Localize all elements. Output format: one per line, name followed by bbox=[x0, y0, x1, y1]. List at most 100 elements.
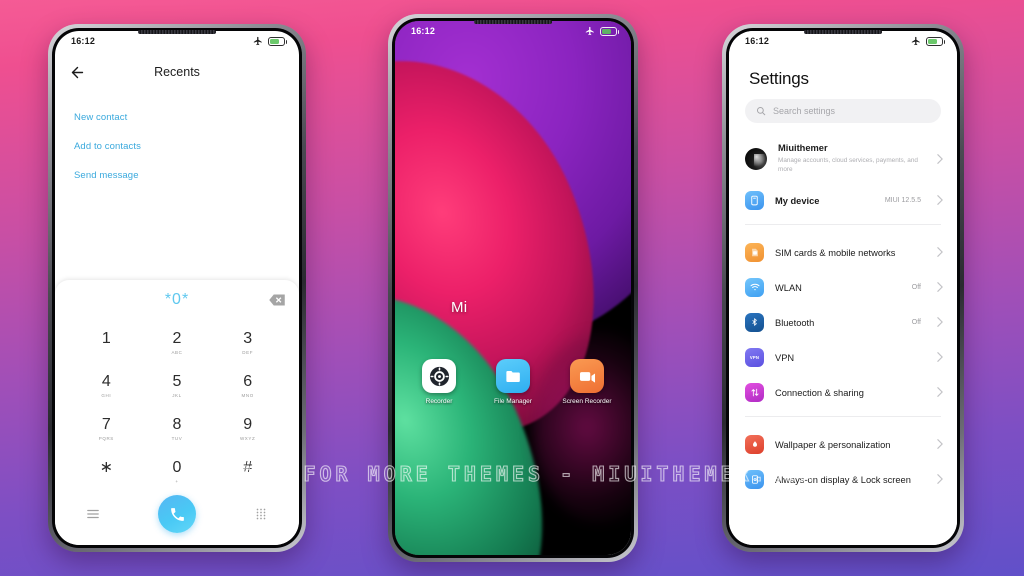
row-value: MIUI 12.5.5 bbox=[884, 196, 921, 204]
settings-group-network: SIM cards & mobile networks WLAN Off Blu… bbox=[729, 231, 957, 410]
settings-row-always-on-display[interactable]: Always-on display & Lock screen bbox=[729, 462, 957, 497]
search-input[interactable]: Search settings bbox=[745, 99, 941, 123]
screen-center: 16:12 Mi Recorder File Manager Screen Re… bbox=[395, 21, 631, 555]
recents-header: Recents bbox=[55, 51, 299, 93]
action-new-contact[interactable]: New contact bbox=[55, 103, 299, 132]
dial-key-9[interactable]: 9 WXYZ bbox=[212, 408, 283, 449]
dial-key-7[interactable]: 7 PQRS bbox=[71, 408, 142, 449]
earpiece-speaker-icon bbox=[138, 30, 216, 34]
page-title: Recents bbox=[154, 65, 200, 79]
screen-right: 16:12 Settings Search settings Miuitheme… bbox=[729, 31, 957, 545]
key-letters bbox=[105, 350, 107, 355]
chevron-right-icon bbox=[937, 153, 943, 164]
key-digit: 9 bbox=[243, 415, 253, 433]
dial-display: *0* bbox=[55, 280, 299, 320]
dial-key-2[interactable]: 2 ABC bbox=[142, 322, 213, 363]
page-title: Settings bbox=[749, 69, 809, 88]
dial-key-1[interactable]: 1 bbox=[71, 322, 142, 363]
key-digit: 5 bbox=[172, 372, 182, 390]
row-subtitle: Manage accounts, cloud services, payment… bbox=[778, 156, 918, 173]
screen-left: 16:12 Recents New contact Add to contact… bbox=[55, 31, 299, 545]
key-digit: 7 bbox=[101, 415, 111, 433]
status-icons bbox=[585, 26, 619, 36]
chevron-right-icon bbox=[937, 474, 943, 484]
dialed-number[interactable]: *0* bbox=[165, 291, 189, 309]
action-add-to-contacts[interactable]: Add to contacts bbox=[55, 132, 299, 161]
app-file-manager[interactable]: File Manager bbox=[487, 359, 539, 407]
settings-row-bluetooth[interactable]: Bluetooth Off bbox=[729, 305, 957, 340]
chevron-right-icon bbox=[937, 352, 943, 362]
dial-key-4[interactable]: 4 GHI bbox=[71, 365, 142, 406]
airplane-icon bbox=[253, 36, 262, 46]
dial-key-3[interactable]: 3 DEF bbox=[212, 322, 283, 363]
avatar bbox=[745, 147, 767, 170]
dial-key-hash[interactable]: # bbox=[212, 451, 283, 492]
key-letters: TUV bbox=[171, 435, 183, 441]
screen-recorder-icon bbox=[570, 359, 604, 393]
chevron-right-icon bbox=[937, 387, 943, 397]
app-label: File Manager bbox=[494, 398, 532, 405]
row-label: Connection & sharing bbox=[775, 388, 864, 399]
my-device-icon bbox=[745, 190, 764, 210]
app-recorder[interactable]: Recorder bbox=[413, 359, 465, 407]
phone-bezel: 16:12 Settings Search settings Miuitheme… bbox=[726, 28, 960, 548]
status-bar-center: 16:12 bbox=[395, 21, 631, 41]
key-letters: GHI bbox=[101, 392, 112, 398]
row-label: Miuithemer bbox=[778, 143, 828, 153]
key-digit: 3 bbox=[243, 329, 253, 347]
key-digit: 1 bbox=[101, 329, 111, 347]
search-placeholder: Search settings bbox=[773, 106, 836, 116]
menu-icon[interactable] bbox=[82, 503, 104, 525]
dial-key-6[interactable]: 6 MNO bbox=[212, 365, 283, 406]
file-manager-icon bbox=[496, 359, 530, 393]
backspace-icon[interactable] bbox=[269, 294, 285, 306]
search-icon bbox=[756, 106, 766, 116]
phone-center-home: 16:12 Mi Recorder File Manager Screen Re… bbox=[388, 14, 638, 562]
dial-key-0[interactable]: 0 + bbox=[142, 451, 213, 492]
key-letters: MNO bbox=[241, 392, 254, 398]
row-label: SIM cards & mobile networks bbox=[775, 248, 896, 259]
chevron-right-icon bbox=[937, 282, 943, 292]
call-button[interactable] bbox=[158, 495, 196, 533]
row-label: WLAN bbox=[775, 283, 802, 294]
app-label: Screen Recorder bbox=[562, 398, 612, 405]
earpiece-speaker-icon bbox=[804, 30, 882, 34]
airplane-icon bbox=[585, 26, 594, 36]
status-bar-left: 16:12 bbox=[55, 31, 299, 51]
dial-key-star[interactable]: ∗ bbox=[71, 451, 142, 492]
settings-row-sim-cards[interactable]: SIM cards & mobile networks bbox=[729, 235, 957, 270]
key-digit: ∗ bbox=[99, 458, 114, 476]
app-screen-recorder[interactable]: Screen Recorder bbox=[561, 359, 613, 407]
status-time: 16:12 bbox=[745, 36, 770, 46]
status-icons bbox=[911, 36, 945, 46]
vpn-icon: VPN bbox=[745, 347, 764, 367]
settings-row-my-device[interactable]: My device MIUI 12.5.5 bbox=[729, 183, 957, 218]
dial-key-5[interactable]: 5 JKL bbox=[142, 365, 213, 406]
lock-screen-icon bbox=[745, 469, 764, 489]
dial-keypad: 1 2 ABC 3 DEF 4 GHI 5 JKL 6 MNO 7 PQRS 8 TUV 9 W… bbox=[55, 320, 299, 492]
settings-row-miuithemer[interactable]: Miuithemer Manage accounts, cloud servic… bbox=[729, 135, 957, 183]
action-send-message[interactable]: Send message bbox=[55, 161, 299, 190]
status-time: 16:12 bbox=[411, 26, 436, 36]
recorder-icon bbox=[422, 359, 456, 393]
phone-right-settings: 16:12 Settings Search settings Miuitheme… bbox=[722, 24, 964, 552]
key-letters bbox=[247, 479, 249, 484]
row-value: Off bbox=[911, 318, 921, 326]
settings-row-vpn[interactable]: VPN VPN bbox=[729, 340, 957, 375]
key-letters: DEF bbox=[242, 349, 254, 355]
row-label: Wallpaper & personalization bbox=[775, 440, 891, 451]
settings-row-wlan[interactable]: WLAN Off bbox=[729, 270, 957, 305]
key-letters: PQRS bbox=[98, 435, 114, 441]
settings-row-wallpaper[interactable]: Wallpaper & personalization bbox=[729, 427, 957, 462]
dialer-panel: *0* 1 2 ABC 3 DEF 4 GHI 5 JKL 6 MNO 7 PQRS 8 TU… bbox=[55, 280, 299, 545]
settings-content: Settings Search settings Miuithemer Mana… bbox=[729, 31, 957, 545]
row-label: Bluetooth bbox=[775, 318, 815, 329]
back-arrow-icon[interactable] bbox=[69, 64, 86, 81]
settings-row-connection-sharing[interactable]: Connection & sharing bbox=[729, 375, 957, 410]
earpiece-speaker-icon bbox=[474, 20, 552, 24]
dial-key-8[interactable]: 8 TUV bbox=[142, 408, 213, 449]
key-digit: 4 bbox=[101, 372, 111, 390]
app-label: Recorder bbox=[425, 398, 453, 405]
keypad-icon[interactable] bbox=[250, 503, 272, 525]
key-digit: 6 bbox=[243, 372, 253, 390]
